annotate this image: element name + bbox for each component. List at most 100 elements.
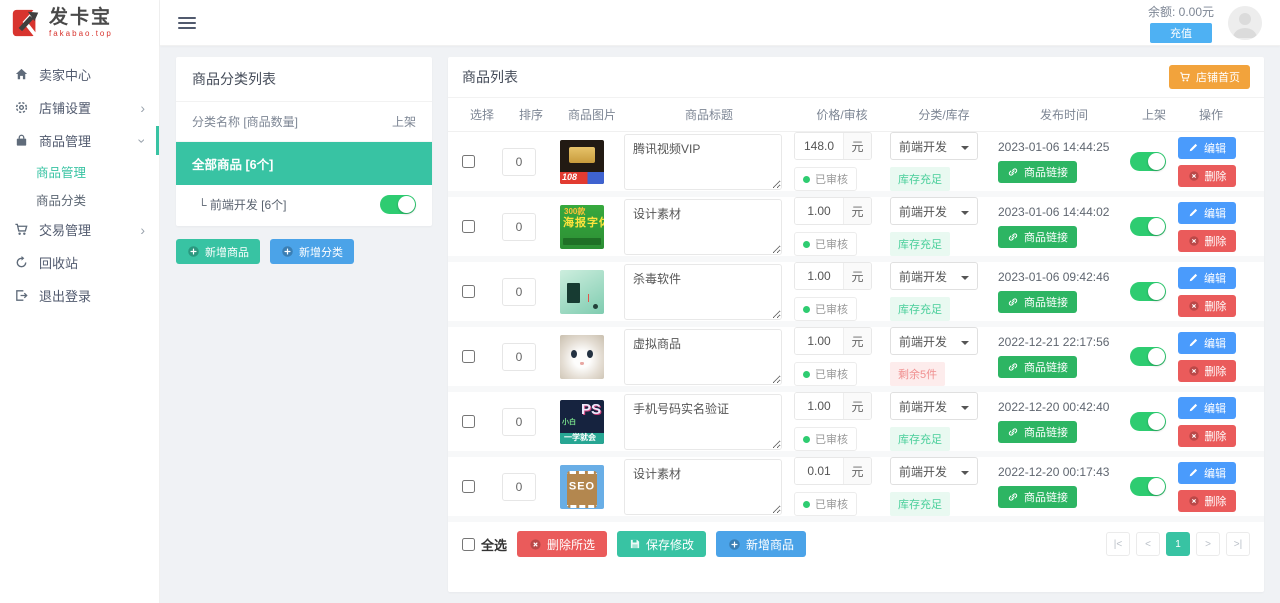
row-checkbox[interactable] [462, 350, 475, 363]
avatar[interactable] [1228, 6, 1262, 40]
row-checkbox[interactable] [462, 480, 475, 493]
page-button[interactable]: < [1136, 532, 1160, 556]
sort-input[interactable] [502, 343, 536, 371]
stock-badge: 库存充足 [890, 167, 950, 191]
sidebar-item[interactable]: 商品管理 [0, 157, 159, 185]
price-input[interactable] [795, 328, 843, 354]
product-title-textarea[interactable] [624, 199, 782, 255]
product-link-button[interactable]: 商品链接 [998, 161, 1077, 183]
category-select[interactable]: 前端开发 [890, 132, 978, 160]
price-input[interactable] [795, 263, 843, 289]
row-checkbox[interactable] [462, 155, 475, 168]
product-link-button[interactable]: 商品链接 [998, 356, 1077, 378]
category-select[interactable]: 前端开发 [890, 457, 978, 485]
add-product-button[interactable]: 新增商品 [176, 239, 260, 264]
delete-button[interactable]: 删除 [1178, 230, 1236, 252]
category-select[interactable]: 前端开发 [890, 392, 978, 420]
product-link-button[interactable]: 商品链接 [998, 421, 1077, 443]
price-unit-label: 元 [843, 458, 871, 484]
delete-button[interactable]: 删除 [1178, 360, 1236, 382]
save-changes-button[interactable]: 保存修改 [617, 531, 706, 557]
edit-button[interactable]: 编辑 [1178, 462, 1236, 484]
sort-input[interactable] [502, 213, 536, 241]
category-all-row[interactable]: 全部商品 [6个] [176, 142, 432, 185]
page-button[interactable]: |< [1106, 532, 1130, 556]
sidebar-item-label: 商品管理 [39, 131, 130, 150]
product-title-textarea[interactable] [624, 134, 782, 190]
thumbnail-text: 108 [562, 173, 577, 182]
pencil-icon [1188, 467, 1199, 478]
sidebar-item[interactable]: 商品分类 [0, 185, 159, 213]
edit-button[interactable]: 编辑 [1178, 332, 1236, 354]
sidebar-item[interactable]: 店铺设置 › [0, 91, 159, 124]
on-sale-toggle[interactable] [1130, 477, 1166, 496]
pencil-icon [1188, 337, 1199, 348]
price-input[interactable] [795, 133, 843, 159]
cart-icon [14, 222, 29, 237]
on-sale-toggle[interactable] [1130, 282, 1166, 301]
category-select[interactable]: 前端开发 [890, 327, 978, 355]
sort-input[interactable] [502, 408, 536, 436]
category-select[interactable]: 前端开发 [890, 262, 978, 290]
sidebar-item[interactable]: 商品管理 › [0, 124, 159, 157]
edit-button[interactable]: 编辑 [1178, 267, 1236, 289]
pencil-icon [1188, 402, 1199, 413]
edit-button[interactable]: 编辑 [1178, 202, 1236, 224]
product-title-textarea[interactable] [624, 459, 782, 515]
delete-button[interactable]: 删除 [1178, 295, 1236, 317]
sort-input[interactable] [502, 473, 536, 501]
sort-input[interactable] [502, 148, 536, 176]
column-header: 商品标题 [624, 106, 794, 123]
delete-button[interactable]: 删除 [1178, 490, 1236, 512]
product-title-textarea[interactable] [624, 264, 782, 320]
price-input[interactable] [795, 393, 843, 419]
sidebar-item[interactable]: 退出登录 [0, 279, 159, 312]
product-link-button[interactable]: 商品链接 [998, 486, 1077, 508]
on-sale-toggle[interactable] [1130, 347, 1166, 366]
page-button-current[interactable]: 1 [1166, 532, 1190, 556]
add-product-label: 新增商品 [205, 244, 249, 260]
row-checkbox[interactable] [462, 285, 475, 298]
delete-button[interactable]: 删除 [1178, 425, 1236, 447]
add-category-button[interactable]: 新增分类 [270, 239, 354, 264]
hamburger-menu-icon[interactable] [178, 17, 196, 29]
delete-button[interactable]: 删除 [1178, 165, 1236, 187]
audit-badge: 已审核 [794, 167, 857, 191]
pencil-icon [1188, 142, 1199, 153]
product-link-button[interactable]: 商品链接 [998, 226, 1077, 248]
category-select[interactable]: 前端开发 [890, 197, 978, 225]
table-row: PS小白一学就会 元 已审核 前端开发 库存充足 2022-12-20 00:4… [448, 392, 1264, 457]
page-button[interactable]: >| [1226, 532, 1250, 556]
price-input[interactable] [795, 198, 843, 224]
delete-selected-button[interactable]: 删除所选 [517, 531, 607, 557]
sidebar-item[interactable]: 交易管理 › [0, 213, 159, 246]
gear-icon [14, 100, 29, 115]
brand-logo[interactable]: 发卡宝 fakabao.top [0, 0, 159, 46]
row-checkbox[interactable] [462, 220, 475, 233]
page-button[interactable]: > [1196, 532, 1220, 556]
on-sale-toggle[interactable] [1130, 412, 1166, 431]
add-product-bottom-button[interactable]: 新增商品 [716, 531, 806, 557]
edit-button[interactable]: 编辑 [1178, 137, 1236, 159]
product-link-button[interactable]: 商品链接 [998, 291, 1077, 313]
recharge-button[interactable]: 充值 [1150, 23, 1212, 43]
product-title-textarea[interactable] [624, 329, 782, 385]
sidebar-item[interactable]: 回收站 [0, 246, 159, 279]
product-title-textarea[interactable] [624, 394, 782, 450]
category-toggle[interactable] [380, 195, 416, 214]
sidebar-item-label: 店铺设置 [39, 98, 130, 117]
save-changes-label: 保存修改 [646, 536, 694, 553]
sidebar-item[interactable]: 卖家中心 [0, 58, 159, 91]
sort-input[interactable] [502, 278, 536, 306]
shop-home-button[interactable]: 店铺首页 [1169, 65, 1250, 89]
price-input[interactable] [795, 458, 843, 484]
on-sale-toggle[interactable] [1130, 217, 1166, 236]
row-checkbox[interactable] [462, 415, 475, 428]
select-all-checkbox[interactable] [462, 538, 475, 551]
sidebar-item-label: 交易管理 [39, 220, 130, 239]
on-sale-toggle[interactable] [1130, 152, 1166, 171]
category-sub-row[interactable]: └ 前端开发 [6个] [176, 185, 432, 226]
column-header: 操作 [1178, 106, 1244, 123]
edit-button[interactable]: 编辑 [1178, 397, 1236, 419]
thumbnail-text: PS [581, 402, 601, 417]
